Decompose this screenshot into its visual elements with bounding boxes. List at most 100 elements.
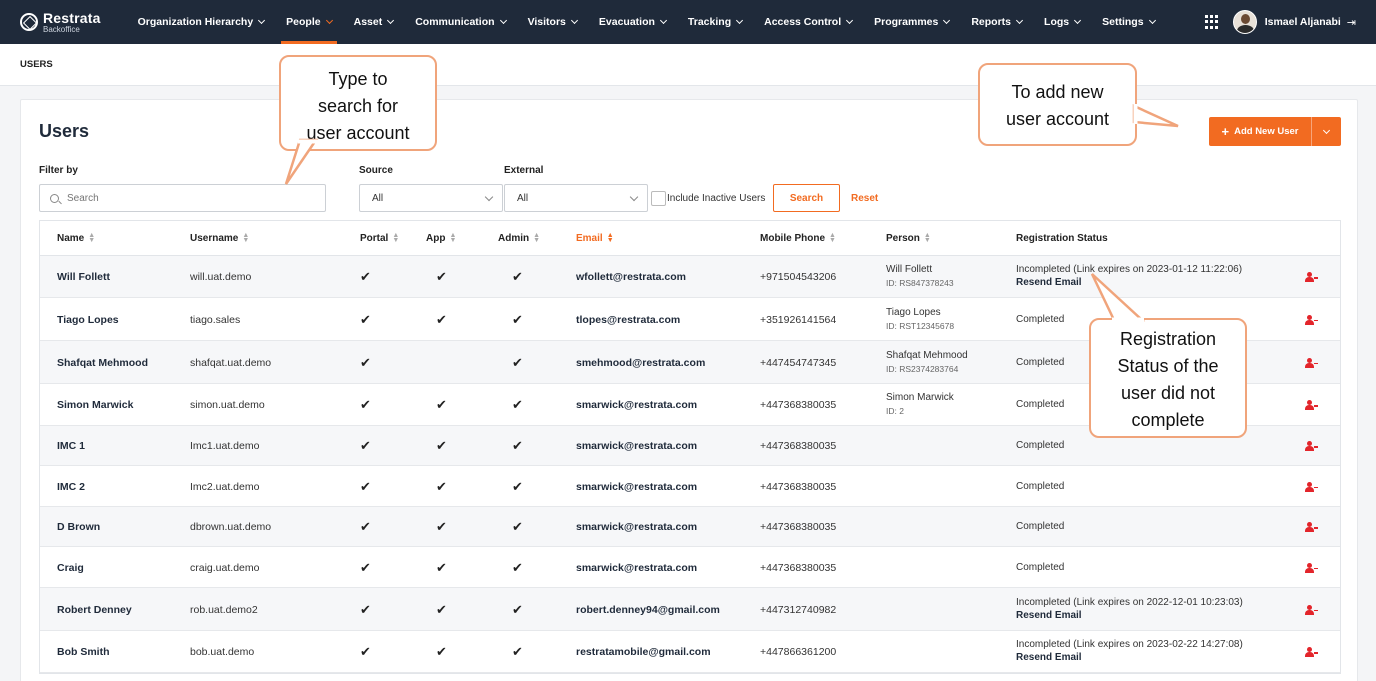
logout-icon[interactable]: ⇥	[1347, 16, 1356, 29]
remove-user-icon[interactable]	[1305, 604, 1318, 615]
sort-icon[interactable]: ▲ ▼	[607, 232, 614, 244]
column-header-app[interactable]: App ▲ ▼	[426, 232, 456, 244]
sort-icon[interactable]: ▲ ▼	[449, 232, 456, 244]
nav-item-evacuation[interactable]: Evacuation	[588, 0, 677, 44]
remove-user-icon[interactable]	[1305, 357, 1318, 368]
nav-item-logs[interactable]: Logs	[1033, 0, 1091, 44]
checkmark-icon: ✔︎	[360, 478, 371, 494]
remove-user-icon[interactable]	[1305, 441, 1318, 451]
nav-item-tracking[interactable]: Tracking	[677, 0, 753, 44]
column-header-admin[interactable]: Admin ▲ ▼	[498, 232, 540, 244]
sort-icon[interactable]: ▲ ▼	[88, 232, 95, 244]
table-row[interactable]: Robert Denney rob.uat.demo2 ✔︎ ✔︎ ✔︎ robert.d…	[40, 588, 1340, 631]
column-header-username[interactable]: Username ▲ ▼	[190, 232, 249, 244]
nav-item-label: Programmes	[874, 16, 939, 28]
column-header-name[interactable]: Name ▲ ▼	[57, 232, 95, 244]
restrata-logo-icon	[20, 13, 38, 31]
nav-item-programmes[interactable]: Programmes	[863, 0, 960, 44]
registration-status-callout-pointer	[1090, 273, 1146, 322]
source-select[interactable]: All	[359, 184, 503, 212]
include-inactive-label: Include Inactive Users	[667, 193, 766, 204]
person-id: ID: RST12345678	[886, 320, 955, 331]
cell-username: bob.uat.demo	[190, 646, 255, 658]
external-select[interactable]: All	[504, 184, 648, 212]
checkmark-icon: ✔︎	[360, 269, 371, 284]
person-id: ID: RS847378243	[886, 278, 954, 288]
registration-status-text: Completed	[1016, 440, 1065, 451]
cell-email: restratamobile@gmail.com	[576, 646, 711, 658]
nav-item-organization-hierarchy[interactable]: Organization Hierarchy	[127, 0, 276, 44]
sort-icon[interactable]: ▲ ▼	[242, 232, 249, 244]
breadcrumb-current: USERS	[20, 59, 53, 70]
remove-user-icon[interactable]	[1305, 522, 1318, 532]
checkmark-icon: ✔︎	[512, 354, 523, 370]
nav-item-people[interactable]: People	[275, 0, 342, 44]
checkmark-icon: ✔︎	[512, 478, 523, 494]
nav-item-access-control[interactable]: Access Control	[753, 0, 863, 44]
nav-item-visitors[interactable]: Visitors	[517, 0, 588, 44]
cell-email: robert.denney94@gmail.com	[576, 603, 720, 616]
column-header-portal[interactable]: Portal ▲ ▼	[360, 232, 399, 244]
sort-icon[interactable]: ▲ ▼	[829, 232, 836, 244]
cell-registration-status: Incompleted (Link expires on 2022-12-01 …	[1016, 597, 1243, 621]
cell-mobile-phone: +447866361200	[760, 646, 837, 658]
nav-item-label: Visitors	[527, 16, 566, 28]
table-row[interactable]: Bob Smith bob.uat.demo ✔︎ ✔︎ ✔︎ restratamobil…	[40, 631, 1340, 673]
search-field[interactable]	[39, 184, 326, 212]
add-new-user-button[interactable]: + Add New User	[1209, 117, 1341, 146]
cell-username: shafqat.uat.demo	[190, 356, 272, 369]
search-button[interactable]: Search	[773, 184, 840, 212]
remove-user-icon[interactable]	[1305, 481, 1318, 492]
person-id: ID: RS2374283764	[886, 363, 959, 374]
user-name[interactable]: Ismael Aljanabi	[1265, 16, 1341, 28]
reset-link[interactable]: Reset	[851, 193, 878, 204]
avatar[interactable]	[1232, 10, 1257, 34]
include-inactive-checkbox[interactable]	[651, 191, 666, 206]
restrata-logo[interactable]: Restrata Backoffice	[20, 11, 101, 34]
remove-user-icon[interactable]	[1305, 562, 1318, 573]
sort-icon[interactable]: ▲ ▼	[533, 232, 540, 244]
add-new-user-label: Add New User	[1234, 126, 1299, 137]
filter-by-label: Filter by	[39, 165, 78, 176]
cell-username: Imc2.uat.demo	[190, 480, 260, 493]
remove-user-icon[interactable]	[1305, 400, 1318, 410]
table-row[interactable]: IMC 2 Imc2.uat.demo ✔︎ ✔︎ ✔︎ smarwick@restrat…	[40, 466, 1340, 507]
checkmark-icon: ✔︎	[360, 601, 371, 617]
nav-item-label: Reports	[971, 16, 1012, 28]
checkmark-icon: ✔︎	[360, 559, 371, 575]
column-header-person[interactable]: Person ▲ ▼	[886, 232, 931, 244]
person-name: Tiago Lopes	[886, 306, 941, 318]
column-header-email[interactable]: Email ▲ ▼	[576, 232, 614, 244]
cell-mobile-phone: +447368380035	[760, 480, 837, 493]
cell-name: Simon Marwick	[57, 399, 134, 411]
column-header-mobile-phone[interactable]: Mobile Phone ▲ ▼	[760, 232, 836, 244]
resend-email-link[interactable]: Resend Email	[1016, 610, 1243, 621]
checkmark-icon: ✔︎	[512, 519, 523, 534]
checkmark-icon: ✔︎	[360, 438, 371, 453]
registration-status-callout: Registration Status of the user did not …	[1089, 318, 1247, 438]
remove-user-icon[interactable]	[1305, 314, 1318, 325]
apps-grid-icon[interactable]	[1204, 15, 1219, 29]
checkmark-icon: ✔︎	[436, 644, 447, 659]
page-title: Users	[39, 121, 90, 141]
person-name: Shafqat Mehmood	[886, 349, 968, 361]
add-user-dropdown-toggle[interactable]	[1311, 117, 1341, 146]
nav-item-settings[interactable]: Settings	[1091, 0, 1165, 44]
table-row[interactable]: Craig craig.uat.demo ✔︎ ✔︎ ✔︎ smarwick@restra…	[40, 547, 1340, 588]
search-icon	[50, 193, 59, 203]
remove-user-icon[interactable]	[1305, 272, 1318, 282]
sort-icon[interactable]: ▲ ▼	[392, 232, 399, 244]
search-input[interactable]	[67, 192, 307, 204]
nav-item-reports[interactable]: Reports	[960, 0, 1033, 44]
nav-item-asset[interactable]: Asset	[343, 0, 405, 44]
status-callout-line: complete	[1131, 410, 1205, 430]
checkmark-icon: ✔︎	[436, 311, 447, 327]
resend-email-link[interactable]: Resend Email	[1016, 652, 1243, 663]
table-row[interactable]: D Brown dbrown.uat.demo ✔︎ ✔︎ ✔︎ smarwick@res…	[40, 507, 1340, 547]
cell-name: Craig	[57, 561, 84, 574]
nav-item-communication[interactable]: Communication	[404, 0, 516, 44]
remove-user-icon[interactable]	[1305, 647, 1318, 657]
cell-email: smarwick@restrata.com	[576, 480, 698, 493]
sort-icon[interactable]: ▲ ▼	[924, 232, 931, 244]
cell-person: Will Follett ID: RS847378243	[886, 264, 954, 288]
